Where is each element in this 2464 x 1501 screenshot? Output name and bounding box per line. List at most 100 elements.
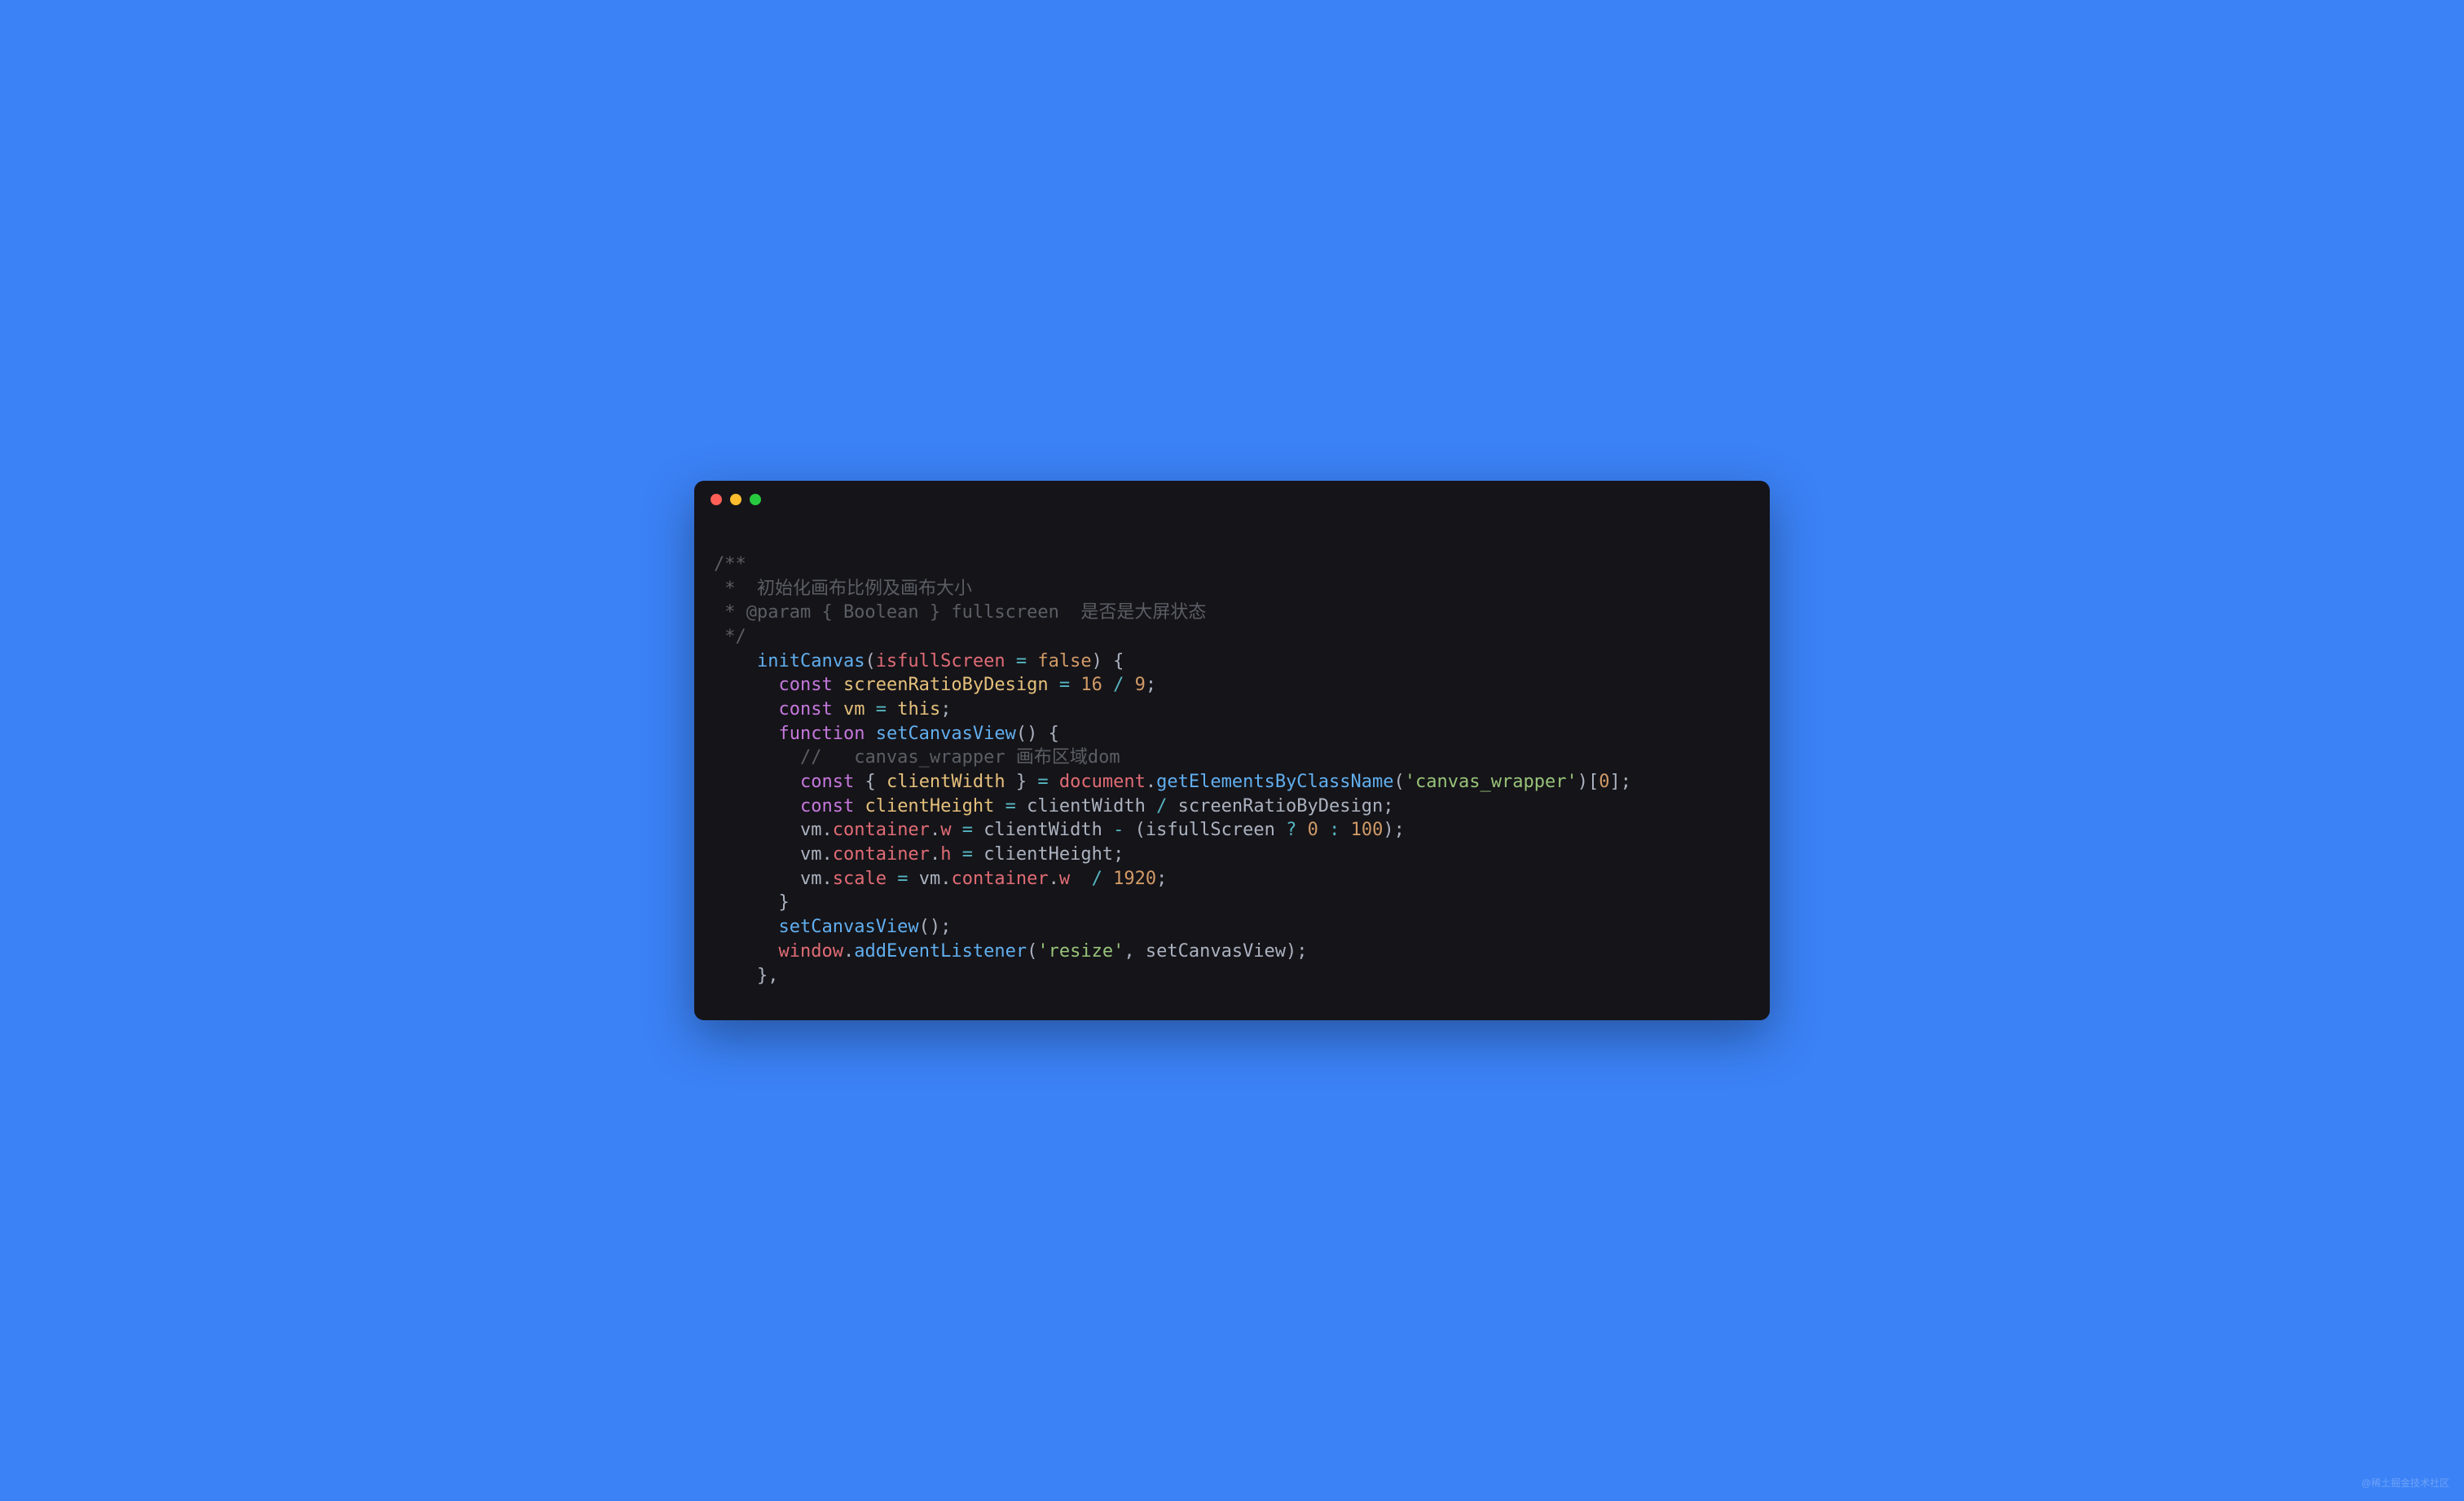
- keyword: const: [778, 675, 832, 695]
- dot: .: [843, 941, 854, 962]
- keyword: const: [800, 772, 854, 792]
- semi: ;: [1113, 844, 1124, 865]
- var: clientWidth: [983, 820, 1102, 840]
- comment-line: */: [714, 627, 746, 647]
- op: =: [962, 820, 973, 840]
- function-name: initCanvas: [757, 651, 865, 671]
- code-area: /** * 初始化画布比例及画布大小 * @param { Boolean } …: [694, 512, 1770, 1020]
- num: 16: [1080, 675, 1102, 695]
- num: 0: [1599, 772, 1609, 792]
- dot: .: [821, 820, 832, 840]
- var: clientWidth: [1027, 796, 1146, 817]
- paren: );: [1286, 941, 1308, 962]
- var: vm: [919, 869, 941, 889]
- var: clientWidth: [887, 772, 1005, 792]
- semi: ;: [940, 699, 951, 720]
- param: isfullScreen: [876, 651, 1005, 671]
- paren: (: [865, 651, 875, 671]
- var: screenRatioByDesign: [843, 675, 1049, 695]
- paren: )[: [1577, 772, 1599, 792]
- brace: }: [778, 892, 789, 913]
- prop: window: [778, 941, 843, 962]
- prop: w: [940, 820, 951, 840]
- string: 'canvas_wrapper': [1405, 772, 1577, 792]
- string: 'resize': [1037, 941, 1124, 962]
- var: clientHeight: [983, 844, 1113, 865]
- semi: ;: [1383, 796, 1393, 817]
- var: setCanvasView: [1146, 941, 1286, 962]
- var: vm: [800, 869, 822, 889]
- op: =: [1059, 675, 1070, 695]
- brace: },: [757, 966, 779, 986]
- op: :: [1329, 820, 1340, 840]
- dot: .: [821, 844, 832, 865]
- op: =: [1005, 796, 1016, 817]
- num: 0: [1308, 820, 1318, 840]
- dot: .: [1049, 869, 1059, 889]
- comment-line: // canvas_wrapper 画布区域dom: [800, 747, 1120, 768]
- watermark: @稀土掘金技术社区: [2361, 1476, 2449, 1490]
- keyword: const: [778, 699, 832, 720]
- method: getElementsByClassName: [1156, 772, 1393, 792]
- comment-line: * @param { Boolean } fullscreen 是否是大屏状态: [714, 602, 1206, 623]
- dot: .: [821, 869, 832, 889]
- paren: ];: [1609, 772, 1631, 792]
- prop: container: [833, 844, 930, 865]
- semi: ;: [1156, 869, 1167, 889]
- paren: () {: [1016, 724, 1059, 744]
- dot: .: [1146, 772, 1156, 792]
- comma: ,: [1124, 941, 1146, 962]
- close-icon[interactable]: [711, 494, 722, 505]
- var: screenRatioByDesign: [1178, 796, 1384, 817]
- minimize-icon[interactable]: [730, 494, 741, 505]
- op: =: [1037, 772, 1048, 792]
- prop: w: [1059, 869, 1070, 889]
- brace: ) {: [1092, 651, 1124, 671]
- prop: document: [1059, 772, 1146, 792]
- dot: .: [930, 844, 940, 865]
- paren: ();: [919, 917, 952, 937]
- prop: h: [940, 844, 951, 865]
- var: vm: [800, 820, 822, 840]
- op: =: [962, 844, 973, 865]
- var: vm: [800, 844, 822, 865]
- keyword: function: [778, 724, 865, 744]
- op: =: [1016, 651, 1027, 671]
- method: addEventListener: [854, 941, 1027, 962]
- num: 1920: [1113, 869, 1156, 889]
- op: /: [1092, 869, 1102, 889]
- keyword: const: [800, 796, 854, 817]
- var: vm: [843, 699, 865, 720]
- paren: );: [1383, 820, 1405, 840]
- op: =: [876, 699, 887, 720]
- num: 9: [1135, 675, 1146, 695]
- var: isfullScreen: [1146, 820, 1275, 840]
- paren: (: [1135, 820, 1146, 840]
- function-name: setCanvasView: [876, 724, 1016, 744]
- paren: (: [1394, 772, 1405, 792]
- semi: ;: [1146, 675, 1156, 695]
- comment-line: /**: [714, 554, 746, 574]
- brace: }: [1005, 772, 1038, 792]
- op: /: [1156, 796, 1167, 817]
- prop: container: [951, 869, 1048, 889]
- paren: (: [1027, 941, 1037, 962]
- op: -: [1113, 820, 1124, 840]
- op: /: [1113, 675, 1124, 695]
- titlebar: [694, 481, 1770, 512]
- op: =: [897, 869, 908, 889]
- var: clientHeight: [865, 796, 994, 817]
- code-window: /** * 初始化画布比例及画布大小 * @param { Boolean } …: [694, 481, 1770, 1020]
- maximize-icon[interactable]: [750, 494, 761, 505]
- prop: container: [833, 820, 930, 840]
- dot: .: [940, 869, 951, 889]
- prop: scale: [833, 869, 887, 889]
- num: 100: [1351, 820, 1384, 840]
- bool: false: [1037, 651, 1091, 671]
- this: this: [897, 699, 940, 720]
- op: ?: [1286, 820, 1296, 840]
- brace: {: [865, 772, 887, 792]
- function-call: setCanvasView: [778, 917, 918, 937]
- dot: .: [930, 820, 940, 840]
- comment-line: * 初始化画布比例及画布大小: [714, 579, 972, 599]
